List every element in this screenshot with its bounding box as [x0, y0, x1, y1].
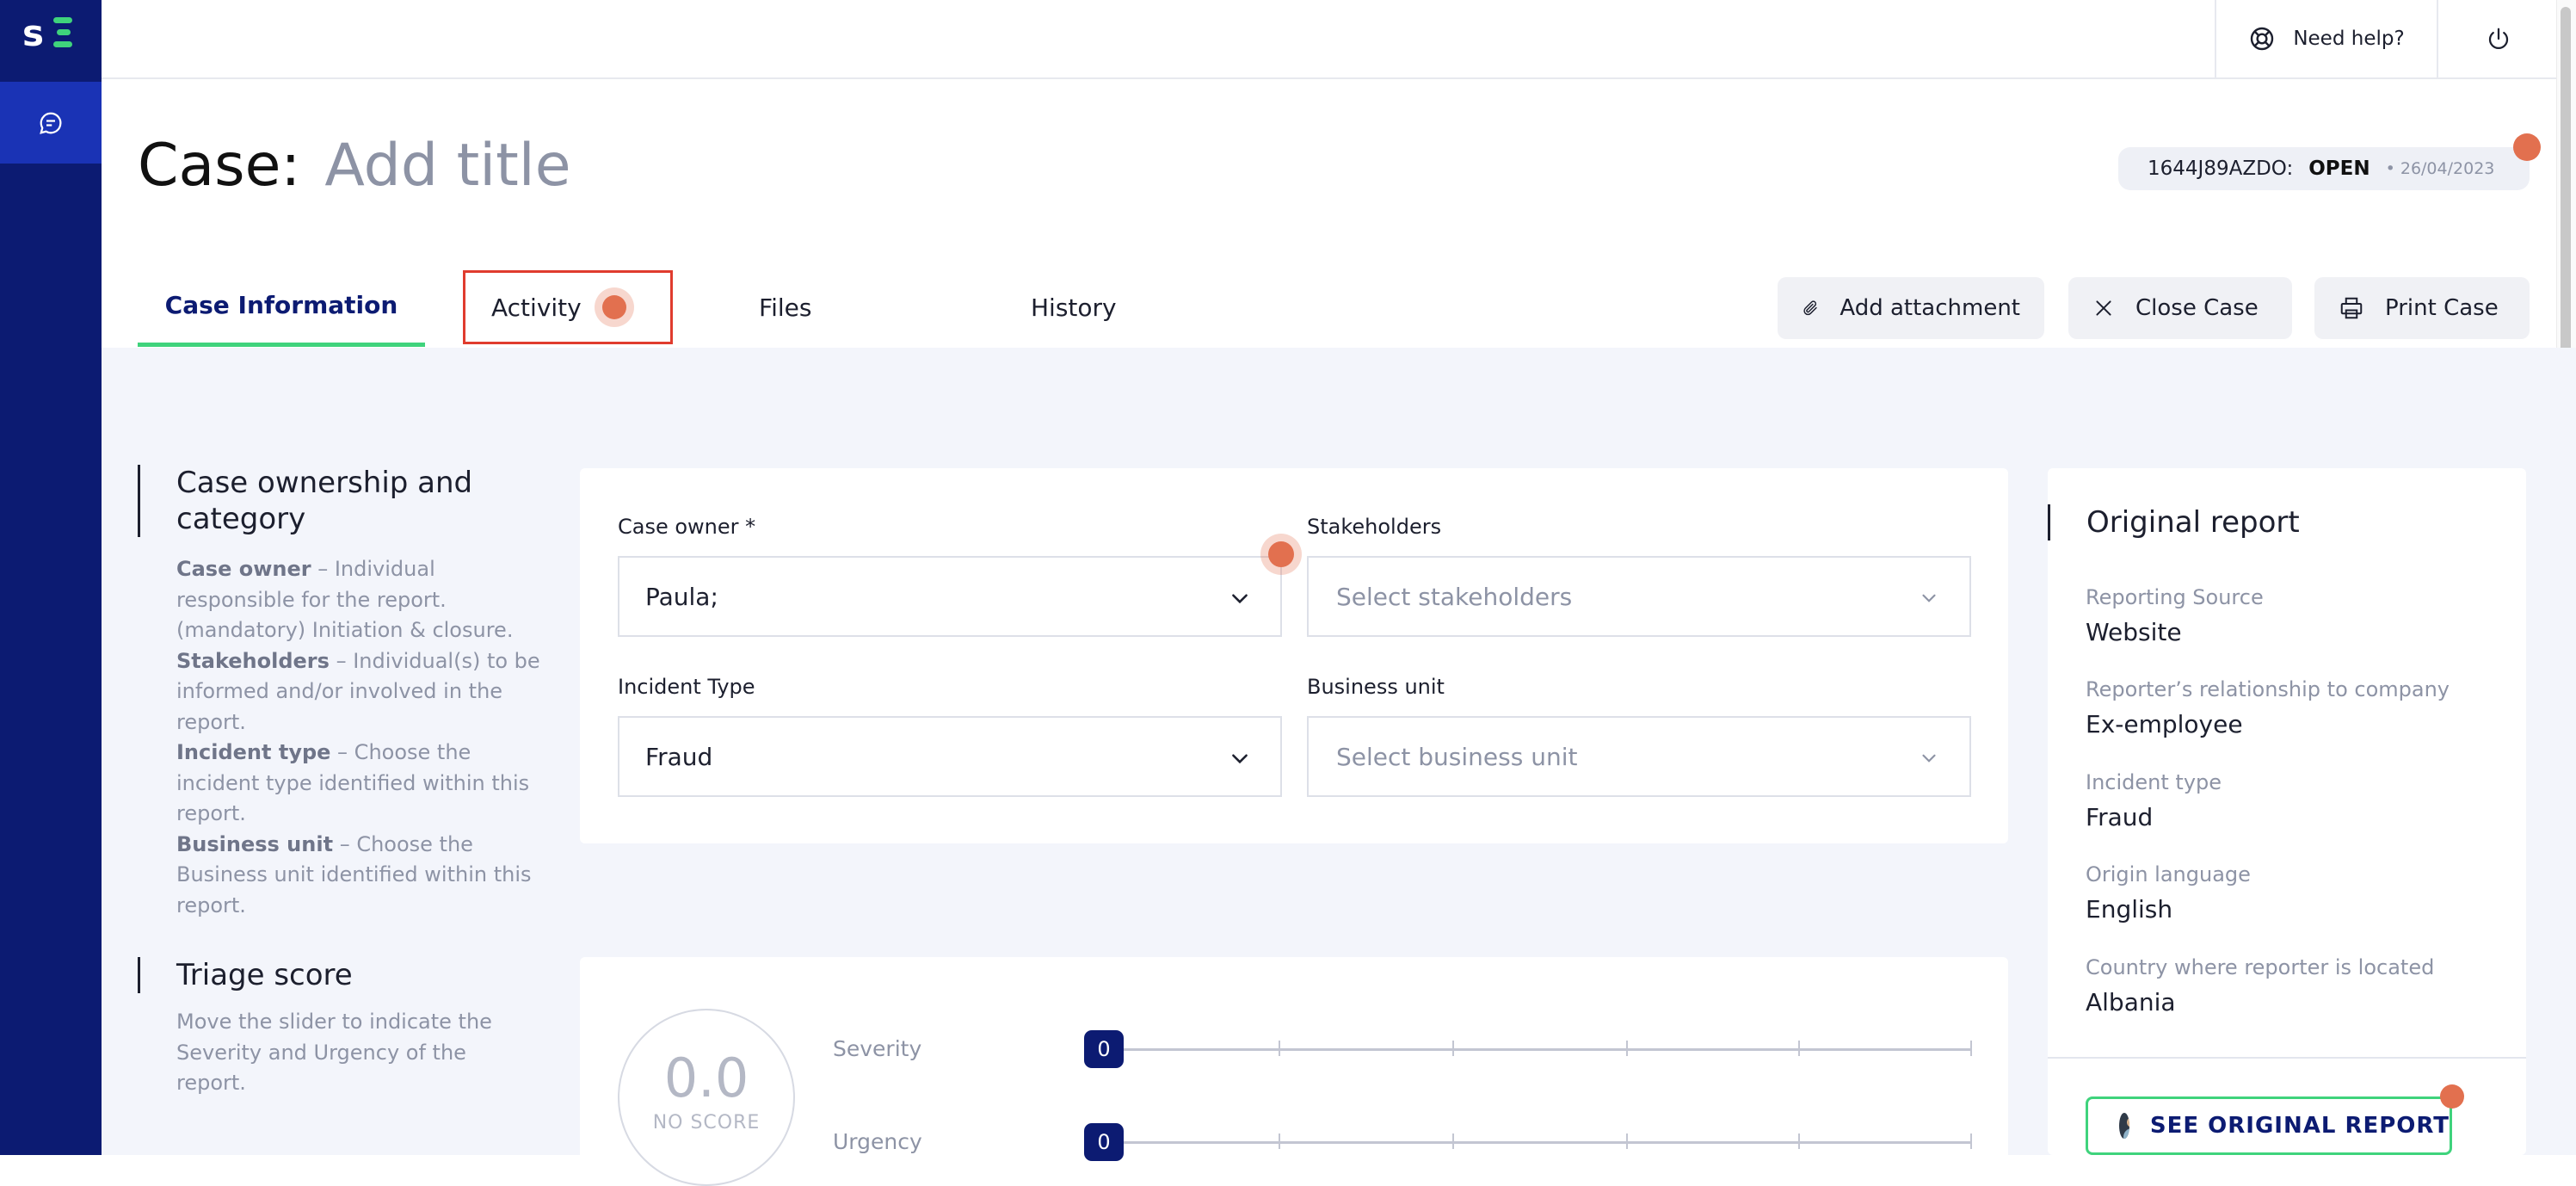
logo-letter: s — [22, 12, 44, 54]
lifebuoy-icon — [2251, 27, 2274, 51]
original-report-heading: Original report — [2048, 504, 2300, 540]
desc-incident-type: Incident type – Choose the incident type… — [176, 740, 530, 825]
desc-business-unit: Business unit – Choose the Business unit… — [176, 831, 532, 917]
case-owner-select[interactable]: Paula; — [618, 556, 1282, 637]
tab-activity[interactable]: Activity — [463, 270, 673, 344]
desc-stakeholders: Stakeholders – Individual(s) to be infor… — [176, 648, 540, 734]
reporter-country-value: Albania — [2086, 988, 2176, 1016]
chevron-down-icon — [1232, 754, 1248, 764]
logo-mark — [53, 17, 77, 48]
see-original-report-label: SEE ORIGINAL REPORT — [2149, 1113, 2450, 1139]
reporting-source-value: Website — [2086, 618, 2182, 646]
severity-slider[interactable]: 0 — [1084, 1030, 1972, 1068]
ownership-heading-line2: category — [176, 502, 306, 536]
business-unit-select[interactable]: Select business unit — [1307, 716, 1971, 797]
close-icon — [2096, 300, 2111, 316]
logout-button[interactable] — [2440, 0, 2557, 77]
nav-item-messages[interactable] — [0, 82, 102, 164]
ownership-heading-line1: Case ownership and — [176, 466, 473, 500]
case-status: OPEN — [2308, 158, 2370, 180]
triage-heading-text: Triage score — [176, 958, 353, 992]
case-id: 1644J89AZDO: — [2148, 158, 2294, 180]
urgency-slider[interactable]: 0 — [1084, 1123, 1972, 1161]
hotspot-marker[interactable] — [601, 295, 626, 319]
severity-slider-thumb[interactable]: 0 — [1084, 1030, 1124, 1068]
app-logo[interactable]: s — [19, 12, 83, 55]
origin-language-label: Origin language — [2086, 862, 2251, 886]
ownership-description: Case owner – Individual responsible for … — [176, 554, 546, 921]
stakeholders-placeholder: Select stakeholders — [1336, 582, 1573, 611]
case-owner-value: Paula; — [645, 582, 718, 611]
report-divider — [2048, 1057, 2526, 1059]
triage-card — [580, 957, 2008, 1181]
triage-score-label: NO SCORE — [652, 1112, 761, 1133]
case-owner-label: Case owner * — [618, 515, 756, 539]
urgency-label: Urgency — [833, 1129, 922, 1154]
add-attachment-label: Add attachment — [1840, 295, 2020, 321]
incident-type-select[interactable]: Fraud — [618, 716, 1282, 797]
relationship-value: Ex-employee — [2086, 710, 2243, 738]
close-case-label: Close Case — [2135, 295, 2259, 321]
chevron-down-icon — [1232, 594, 1248, 604]
chevron-down-icon — [1922, 754, 1936, 763]
close-case-button[interactable]: Close Case — [2068, 277, 2292, 339]
chat-bubble-icon — [40, 112, 62, 134]
stakeholders-label: Stakeholders — [1307, 515, 1442, 539]
triage-description: Move the slider to indicate the Severity… — [176, 1010, 492, 1095]
urgency-slider-thumb[interactable]: 0 — [1084, 1123, 1124, 1161]
stakeholders-select[interactable]: Select stakeholders — [1307, 556, 1971, 637]
ownership-heading: Case ownership and category — [138, 465, 472, 537]
avatar — [2119, 1113, 2129, 1139]
triage-heading: Triage score — [138, 957, 353, 993]
paperclip-icon — [1803, 300, 1817, 316]
hotspot-marker[interactable] — [2440, 1084, 2464, 1109]
triage-score-value: 0.0 — [663, 1047, 749, 1109]
business-unit-label: Business unit — [1307, 675, 1445, 699]
relationship-label: Reporter’s relationship to company — [2086, 677, 2450, 701]
need-help-label: Need help? — [2293, 28, 2405, 50]
incident-type-value: Fraud — [645, 742, 713, 771]
chevron-down-icon — [1922, 594, 1936, 602]
case-date: • 26/04/2023 — [2385, 159, 2495, 178]
need-help-button[interactable]: Need help? — [2215, 0, 2438, 77]
see-original-report-button[interactable]: SEE ORIGINAL REPORT — [2086, 1096, 2452, 1155]
desc-case-owner: Case owner – Individual responsible for … — [176, 557, 514, 642]
case-title: Case: Add title — [138, 127, 571, 205]
reporter-country-label: Country where reporter is located — [2086, 955, 2435, 979]
power-icon — [2488, 28, 2509, 49]
print-case-button[interactable]: Print Case — [2314, 277, 2530, 339]
tab-label: Files — [759, 293, 812, 322]
hotspot-marker[interactable] — [1268, 541, 1294, 567]
tab-files[interactable]: Files — [759, 267, 811, 348]
tab-case-information[interactable]: Case Information — [138, 267, 425, 347]
print-case-label: Print Case — [2385, 295, 2499, 321]
business-unit-placeholder: Select business unit — [1336, 742, 1578, 771]
origin-language-value: English — [2086, 895, 2173, 923]
tab-history[interactable]: History — [1031, 267, 1117, 348]
triage-score-circle: 0.0 NO SCORE — [618, 1009, 795, 1186]
case-label: Case: — [138, 132, 301, 200]
tab-label: Case Information — [164, 290, 398, 319]
tab-label: Activity — [491, 293, 582, 322]
report-incident-type-value: Fraud — [2086, 803, 2154, 831]
report-incident-type-label: Incident type — [2086, 770, 2222, 794]
hotspot-marker[interactable] — [2513, 133, 2541, 161]
sidebar: s — [0, 0, 102, 1155]
case-title-input[interactable]: Add title — [324, 127, 570, 205]
top-bar: Need help? — [102, 0, 2557, 79]
severity-label: Severity — [833, 1036, 922, 1061]
printer-icon — [2340, 297, 2363, 319]
add-attachment-button[interactable]: Add attachment — [1778, 277, 2044, 339]
tab-label: History — [1031, 293, 1117, 322]
case-status-badge: 1644J89AZDO: OPEN • 26/04/2023 — [2118, 147, 2530, 190]
incident-type-label: Incident Type — [618, 675, 755, 699]
reporting-source-label: Reporting Source — [2086, 585, 2264, 609]
